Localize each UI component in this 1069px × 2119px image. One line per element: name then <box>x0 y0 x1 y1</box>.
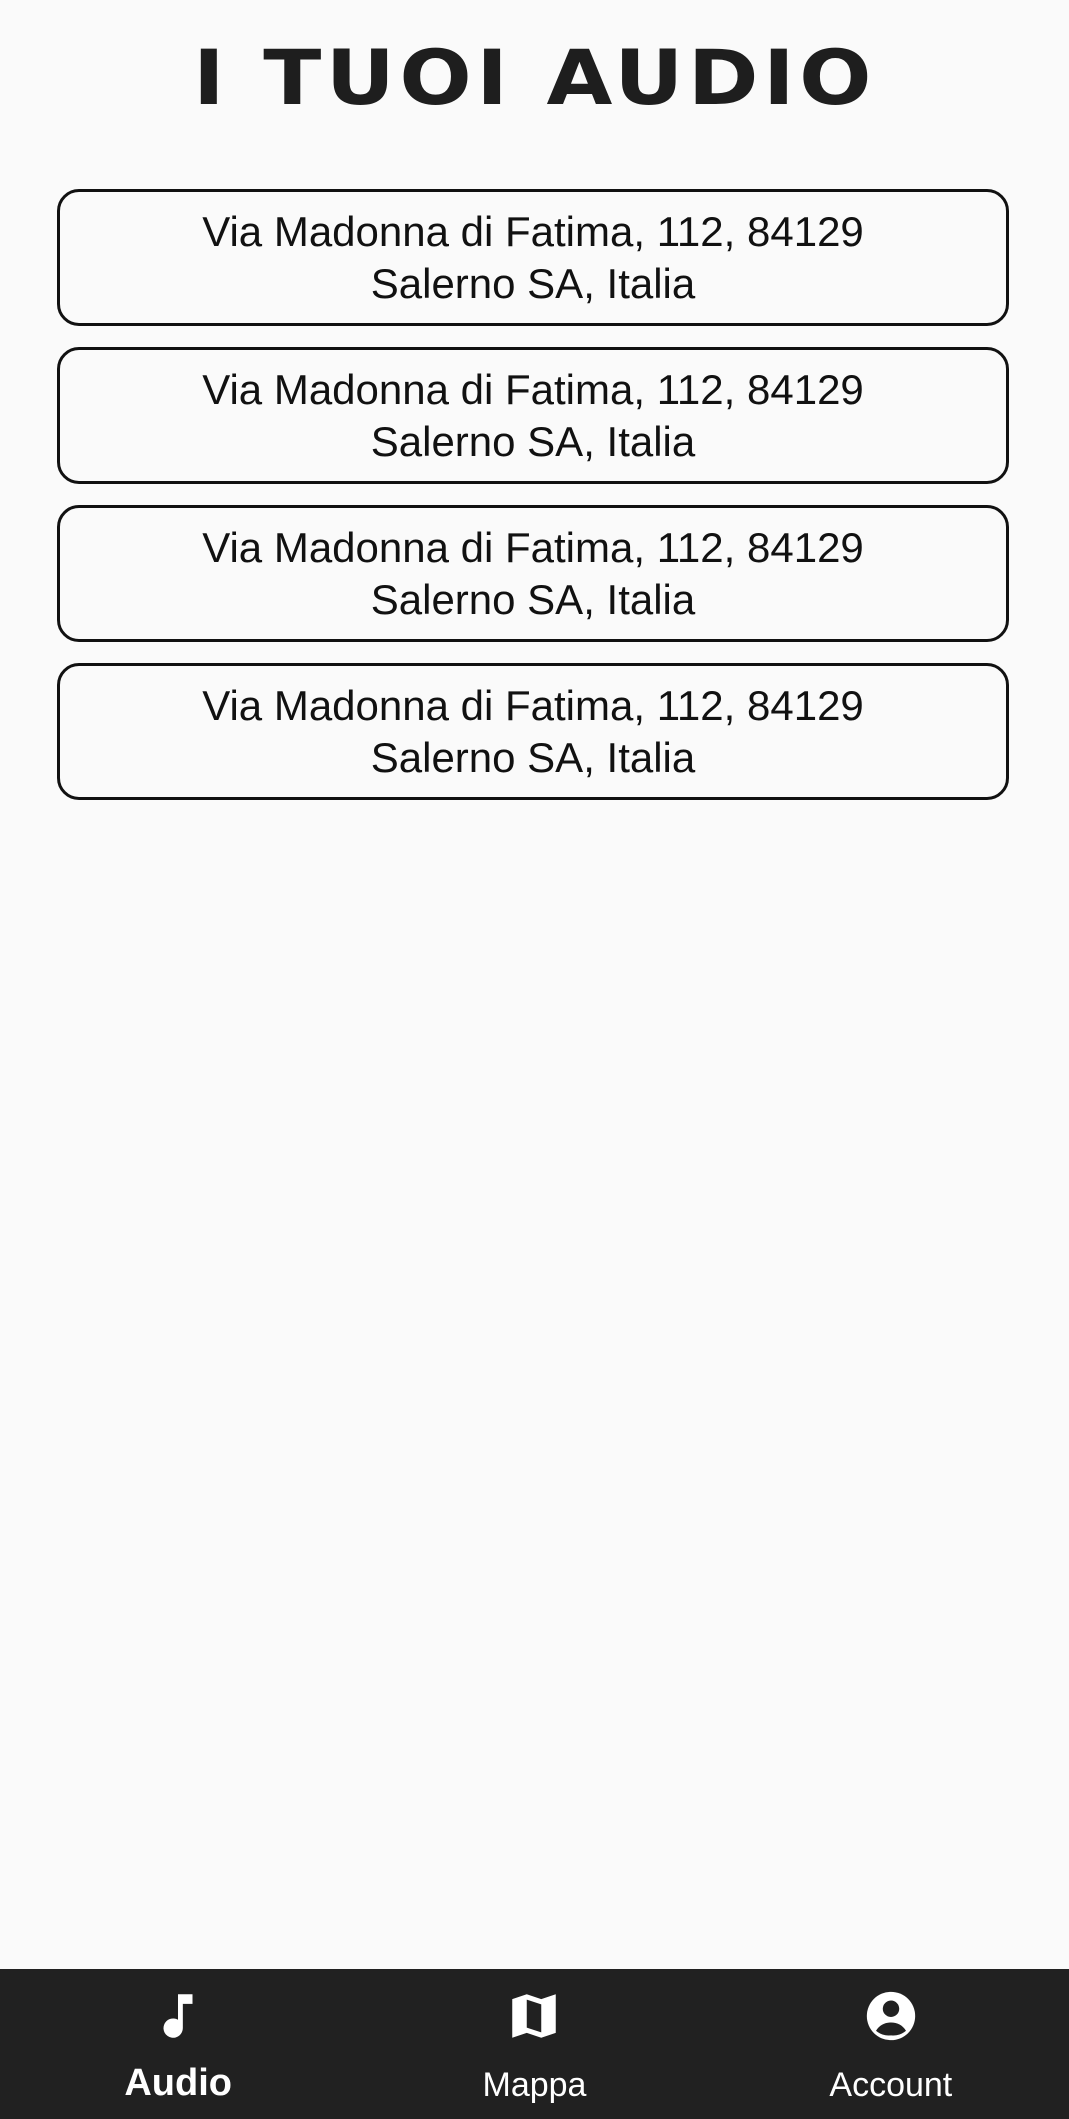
tab-mappa-label: Mappa <box>482 2066 587 2104</box>
page-title: I TUOI AUDIO <box>193 33 876 122</box>
audio-item-address: Via Madonna di Fatima, 112, 84129 Salern… <box>202 680 864 784</box>
tab-mappa[interactable]: Mappa <box>356 1969 712 2119</box>
audio-item-address-line1: Via Madonna di Fatima, 112, 84129 <box>202 207 864 255</box>
audio-item-address: Via Madonna di Fatima, 112, 84129 Salern… <box>202 364 864 468</box>
music-note-icon <box>163 1994 193 2038</box>
audio-item-address-line2: Salerno SA, Italia <box>370 417 696 465</box>
audio-item[interactable]: Via Madonna di Fatima, 112, 84129 Salern… <box>57 189 1009 326</box>
account-circle-icon <box>866 1991 915 2041</box>
tab-account[interactable]: Account <box>713 1969 1069 2119</box>
tab-audio[interactable]: Audio <box>0 1969 356 2119</box>
audio-item-address-line1: Via Madonna di Fatima, 112, 84129 <box>202 365 864 413</box>
audio-item-address: Via Madonna di Fatima, 112, 84129 Salern… <box>202 522 864 626</box>
audio-item-address-line2: Salerno SA, Italia <box>370 733 696 781</box>
audio-item[interactable]: Via Madonna di Fatima, 112, 84129 Salern… <box>57 663 1009 800</box>
audio-item-address-line2: Salerno SA, Italia <box>370 259 696 307</box>
map-icon <box>512 1994 557 2038</box>
bottom-navigation: Audio Mappa Account <box>0 1969 1069 2119</box>
audio-item-address-line2: Salerno SA, Italia <box>370 575 696 623</box>
audio-item-address-line1: Via Madonna di Fatima, 112, 84129 <box>202 681 864 729</box>
audio-item-address: Via Madonna di Fatima, 112, 84129 Salern… <box>202 206 864 310</box>
tab-audio-label: Audio <box>124 2062 232 2104</box>
tab-account-label: Account <box>829 2066 953 2104</box>
audio-screen: I TUOI AUDIO Via Madonna di Fatima, 112,… <box>0 0 1069 2119</box>
audio-item[interactable]: Via Madonna di Fatima, 112, 84129 Salern… <box>57 505 1009 642</box>
audio-item[interactable]: Via Madonna di Fatima, 112, 84129 Salern… <box>57 347 1009 484</box>
audio-list: Via Madonna di Fatima, 112, 84129 Salern… <box>57 189 1009 821</box>
audio-item-address-line1: Via Madonna di Fatima, 112, 84129 <box>202 523 864 571</box>
